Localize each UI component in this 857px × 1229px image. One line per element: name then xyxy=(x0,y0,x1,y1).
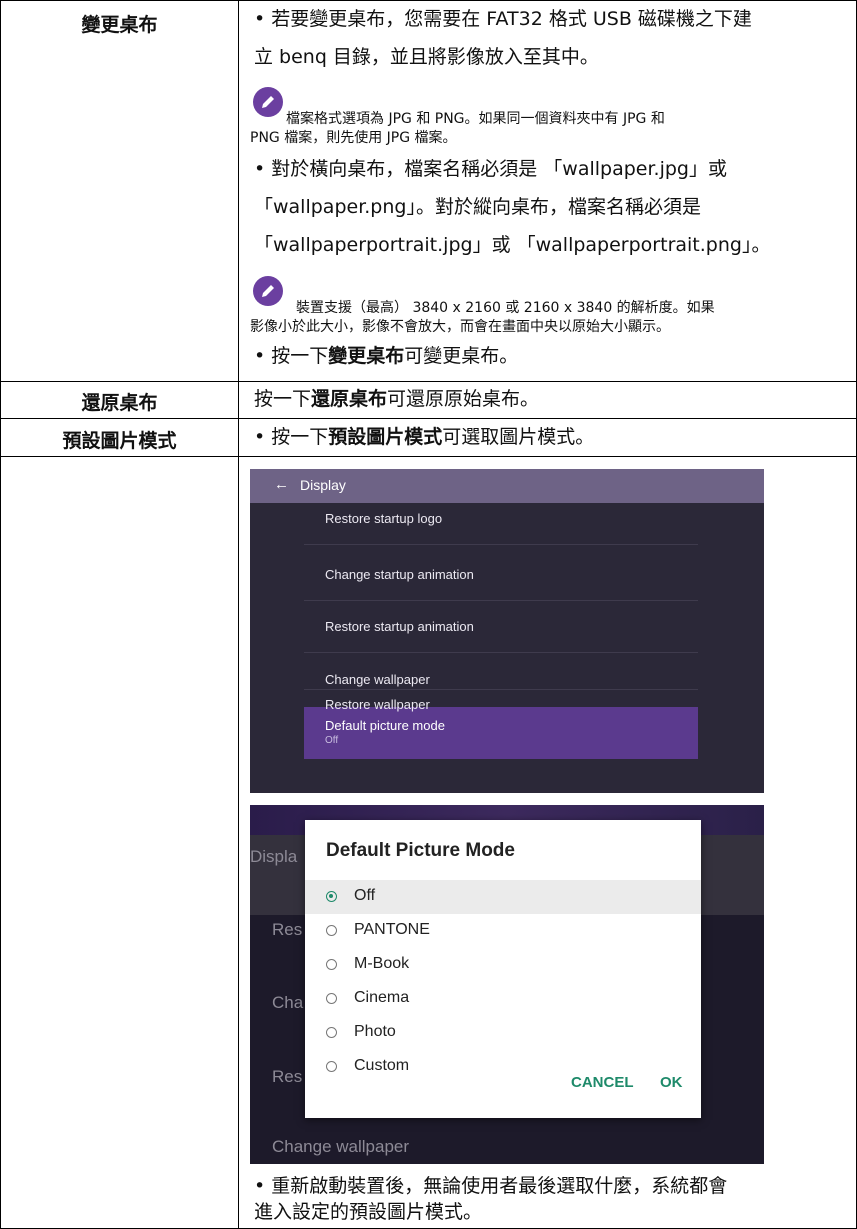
body-line: • 按一下預設圖片模式可選取圖片模式。 xyxy=(254,426,595,448)
note-line: 影像小於此大小，影像不會放大，而會在畫面中央以原始大小顯示。 xyxy=(250,319,670,335)
default-picture-mode-dialog: Default Picture Mode Off PANTONE M-Book … xyxy=(305,820,701,1118)
body-line: 「wallpaperportrait.jpg」或 「wallpaperportr… xyxy=(254,234,771,256)
radio-icon[interactable] xyxy=(326,993,337,1004)
note-line: 裝置支援（最高） 3840 x 2160 或 2160 x 3840 的解析度。… xyxy=(296,300,715,316)
radio-icon[interactable] xyxy=(326,1027,337,1038)
option-cinema[interactable]: Cinema xyxy=(305,982,701,1016)
option-label: Off xyxy=(354,887,376,904)
radio-icon[interactable] xyxy=(326,925,337,936)
column-divider xyxy=(238,0,239,1229)
table-border-left xyxy=(0,0,1,1229)
background-text: Change wallpaper xyxy=(272,1137,410,1156)
body-line: 按一下還原桌布可還原原始桌布。 xyxy=(254,388,540,410)
background-text: Cha xyxy=(272,993,304,1012)
option-label: Photo xyxy=(354,1023,396,1040)
note-line: 檔案格式選項為 JPG 和 PNG。如果同一個資料夾中有 JPG 和 xyxy=(286,111,665,127)
option-label: Custom xyxy=(354,1057,410,1074)
menu-item-restore-startup-animation[interactable]: Restore startup animation xyxy=(325,619,474,634)
radio-icon[interactable] xyxy=(326,959,337,970)
background-text: Displa xyxy=(250,847,298,866)
body-line: 立 benq 目錄，並且將影像放入至其中。 xyxy=(254,46,599,68)
row-label-default-picture-mode: 預設圖片模式 xyxy=(62,430,177,452)
back-arrow-icon[interactable]: ← xyxy=(274,476,289,493)
body-line: • 對於橫向桌布，檔案名稱必須是 「wallpaper.jpg」或 xyxy=(254,158,727,180)
divider xyxy=(304,652,698,653)
menu-item-restore-startup-logo[interactable]: Restore startup logo xyxy=(325,511,442,526)
body-line: 進入設定的預設圖片模式。 xyxy=(254,1201,483,1223)
option-photo[interactable]: Photo xyxy=(305,1016,701,1050)
option-pantone[interactable]: PANTONE xyxy=(305,914,701,948)
option-custom[interactable]: Custom xyxy=(305,1050,701,1084)
body-line: • 按一下變更桌布可變更桌布。 xyxy=(254,345,519,367)
ok-button[interactable]: OK xyxy=(660,1074,683,1091)
divider xyxy=(304,689,698,690)
app-bar: ← Display xyxy=(250,469,764,503)
menu-item-change-wallpaper[interactable]: Change wallpaper xyxy=(325,672,430,687)
option-m-book[interactable]: M-Book xyxy=(305,948,701,982)
option-label: PANTONE xyxy=(354,921,430,938)
menu-item-restore-wallpaper[interactable]: Restore wallpaper xyxy=(325,697,430,712)
body-line: • 若要變更桌布，您需要在 FAT32 格式 USB 磁碟機之下建 xyxy=(254,8,752,30)
divider xyxy=(304,600,698,601)
option-off[interactable]: Off xyxy=(305,880,701,914)
pencil-note-icon xyxy=(253,87,283,117)
background-text: Res xyxy=(272,1067,303,1086)
display-settings-screenshot: ← Display Restore startup logo Change st… xyxy=(250,469,764,793)
option-label: Cinema xyxy=(354,989,410,1006)
note-line: PNG 檔案，則先使用 JPG 檔案。 xyxy=(250,130,457,146)
picture-mode-dialog-screenshot: Displa Res Cha Res Change wallpaper Defa… xyxy=(250,805,764,1164)
divider xyxy=(304,544,698,545)
background-text: Res xyxy=(272,920,303,939)
row-label-change-wallpaper: 變更桌布 xyxy=(81,14,158,36)
cancel-button[interactable]: CANCEL xyxy=(571,1074,634,1091)
menu-item-change-startup-animation[interactable]: Change startup animation xyxy=(325,567,474,582)
menu-item-default-picture-mode[interactable]: Default picture mode Off xyxy=(304,707,698,759)
option-label: M-Book xyxy=(354,955,410,972)
body-line: 「wallpaper.png」。對於縱向桌布，檔案名稱必須是 xyxy=(254,196,701,218)
radio-selected-icon[interactable] xyxy=(326,891,337,902)
body-line: • 重新啟動裝置後，無論使用者最後選取什麼，系統都會 xyxy=(254,1175,728,1197)
menu-item-value: Off xyxy=(325,735,339,746)
radio-icon[interactable] xyxy=(326,1061,337,1072)
app-bar-title: Display xyxy=(300,477,346,493)
row-label-restore-wallpaper: 還原桌布 xyxy=(81,392,158,414)
row-divider xyxy=(0,456,857,457)
dialog-title: Default Picture Mode xyxy=(326,840,515,861)
menu-item-title: Default picture mode xyxy=(325,718,445,733)
pencil-note-icon xyxy=(253,276,283,306)
